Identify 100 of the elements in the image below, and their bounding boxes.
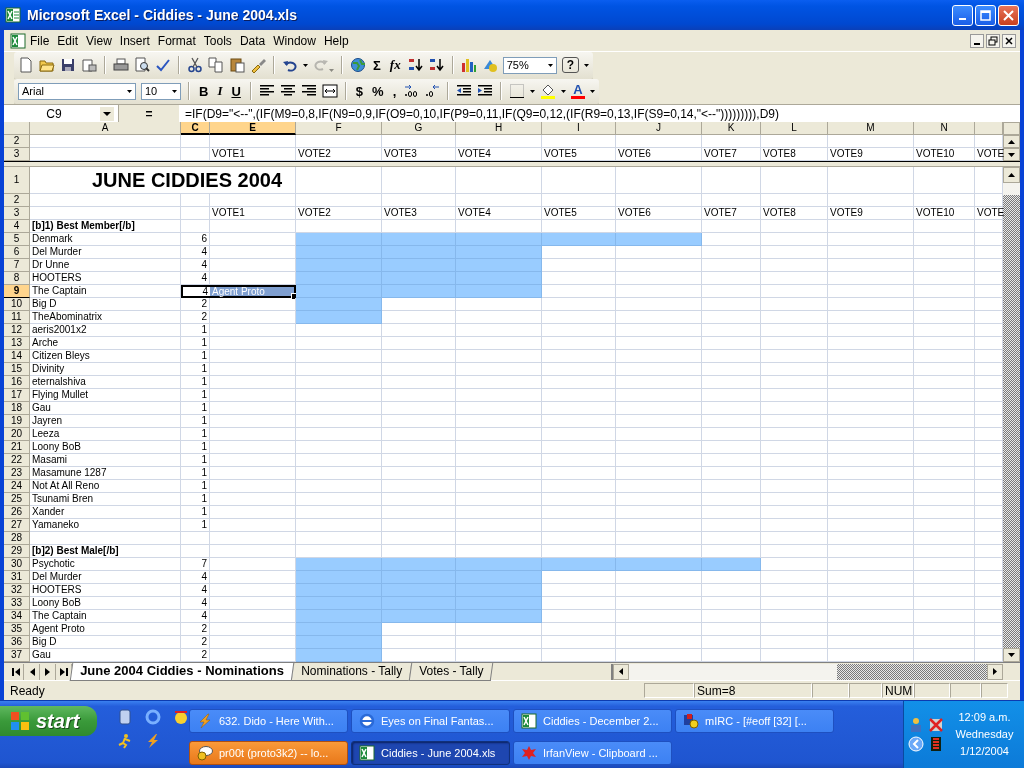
row-header[interactable]: 11 xyxy=(4,311,30,324)
open-folder-icon[interactable] xyxy=(39,57,55,73)
paste-icon[interactable] xyxy=(229,57,245,73)
caret-icon[interactable] xyxy=(530,89,536,93)
row-header[interactable]: 22 xyxy=(4,454,30,467)
column-header[interactable]: G xyxy=(382,122,456,135)
row-header[interactable]: 12 xyxy=(4,324,30,337)
row-header[interactable]: 9 xyxy=(4,285,30,298)
row-header[interactable]: 32 xyxy=(4,584,30,597)
menu-item[interactable]: Insert xyxy=(115,33,154,48)
taskbar-button[interactable]: Ciddies - December 2... xyxy=(513,709,672,733)
minimize-button[interactable] xyxy=(970,33,984,48)
menu-item[interactable]: View xyxy=(82,33,116,48)
column-header[interactable]: K xyxy=(702,122,761,135)
merge-center-icon[interactable] xyxy=(321,83,338,99)
caret-icon[interactable] xyxy=(584,63,589,67)
taskbar-button[interactable]: Eyes on Final Fantas... xyxy=(351,709,510,733)
row-header[interactable]: 8 xyxy=(4,272,30,285)
bold-button[interactable]: B xyxy=(197,83,211,99)
row-header[interactable]: 16 xyxy=(4,376,30,389)
row-header[interactable]: 20 xyxy=(4,428,30,441)
row-header[interactable]: 33 xyxy=(4,597,30,610)
sheet-tab[interactable]: Nominations - Tally xyxy=(290,662,413,681)
row-header[interactable]: 34 xyxy=(4,610,30,623)
underline-button[interactable]: U xyxy=(229,83,243,99)
running-figure-icon[interactable] xyxy=(117,733,133,749)
sort-descending-icon[interactable] xyxy=(428,57,445,73)
menu-item[interactable]: Help xyxy=(319,33,353,48)
scrollbar-thumb[interactable] xyxy=(837,663,987,680)
row-header[interactable]: 35 xyxy=(4,623,30,636)
borders-icon[interactable] xyxy=(509,83,526,99)
row-header[interactable]: 31 xyxy=(4,571,30,584)
column-header[interactable]: L xyxy=(761,122,828,135)
column-header[interactable]: N xyxy=(914,122,975,135)
row-header[interactable]: 1 xyxy=(4,167,30,194)
font-color-button[interactable]: A xyxy=(571,83,585,99)
row-header[interactable]: 28 xyxy=(4,532,30,545)
align-center-icon[interactable] xyxy=(279,83,296,99)
start-button[interactable]: start xyxy=(0,706,97,736)
row-header[interactable]: 23 xyxy=(4,467,30,480)
row-header[interactable]: 37 xyxy=(4,649,30,662)
row-header[interactable]: 4 xyxy=(4,220,30,233)
currency-button[interactable]: $ xyxy=(353,83,366,99)
row-header[interactable]: 2 xyxy=(4,135,30,148)
row-header[interactable]: 27 xyxy=(4,519,30,532)
scroll-up-button[interactable] xyxy=(1003,167,1020,183)
menu-item[interactable]: Edit xyxy=(53,33,83,48)
row-header[interactable]: 14 xyxy=(4,350,30,363)
menu-item[interactable]: Window xyxy=(269,33,320,48)
copy-icon[interactable] xyxy=(208,57,224,73)
row-header[interactable]: 10 xyxy=(4,298,30,311)
column-header[interactable]: A xyxy=(30,122,181,135)
maximize-button[interactable] xyxy=(975,4,996,26)
formula-field[interactable]: =IF(D9="<--",(IF(M9=0,8,IF(N9=0,9,IF(O9=0,10,IF(P9=0,11,IF(Q9=0,12,(IF(R9=0,13,IF(S9=0,14,"<--"))))))))),D9) xyxy=(179,106,1020,121)
row-header[interactable]: 26 xyxy=(4,506,30,519)
caret-icon[interactable] xyxy=(303,63,308,67)
italic-button[interactable]: I xyxy=(215,83,225,99)
row-header[interactable]: 3 xyxy=(4,148,30,161)
autosum-button[interactable]: Σ xyxy=(371,57,383,73)
menu-item[interactable]: Format xyxy=(153,33,200,48)
column-header[interactable]: C xyxy=(181,122,210,135)
restore-button[interactable] xyxy=(986,33,1000,48)
brush-icon[interactable] xyxy=(250,57,266,73)
person-icon[interactable] xyxy=(908,717,924,733)
row-header[interactable]: 29 xyxy=(4,545,30,558)
cut-icon[interactable] xyxy=(187,57,203,73)
column-header[interactable]: I xyxy=(542,122,616,135)
scroll-left-button[interactable] xyxy=(613,663,629,680)
row-header[interactable]: 24 xyxy=(4,480,30,493)
scrollbar[interactable] xyxy=(1003,135,1020,161)
chart-icon[interactable] xyxy=(460,57,477,73)
column-header[interactable]: M xyxy=(828,122,914,135)
sort-ascending-icon[interactable] xyxy=(407,57,424,73)
row-header[interactable]: 15 xyxy=(4,363,30,376)
column-header[interactable]: E xyxy=(210,122,296,135)
zoom-dropdown[interactable]: 75% xyxy=(502,56,557,74)
row-header[interactable]: 36 xyxy=(4,636,30,649)
meter-icon[interactable] xyxy=(928,736,944,752)
column-header[interactable]: H xyxy=(456,122,542,135)
row-header[interactable]: 17 xyxy=(4,389,30,402)
align-left-icon[interactable] xyxy=(258,83,275,99)
first-sheet-icon[interactable] xyxy=(11,667,20,676)
scroll-down-button[interactable] xyxy=(1003,148,1020,161)
font-size-dropdown[interactable]: 10 xyxy=(141,82,181,100)
scroll-right-button[interactable] xyxy=(987,663,1003,680)
split-bar[interactable] xyxy=(4,161,1020,167)
close-button[interactable] xyxy=(1002,33,1016,48)
comma-button[interactable]: , xyxy=(390,83,399,99)
taskbar-button[interactable]: 632. Dido - Here With... xyxy=(189,709,348,733)
column-header[interactable]: F xyxy=(296,122,382,135)
sheet-tab[interactable]: June 2004 Ciddies - Nominations xyxy=(69,662,294,681)
row-header[interactable]: 13 xyxy=(4,337,30,350)
row-header[interactable]: 6 xyxy=(4,246,30,259)
last-sheet-icon[interactable] xyxy=(59,667,68,676)
decrease-indent-icon[interactable] xyxy=(456,83,473,99)
scrollbar[interactable] xyxy=(611,663,1003,680)
row-header[interactable]: 3 xyxy=(4,207,30,220)
print-icon[interactable] xyxy=(113,57,129,73)
align-right-icon[interactable] xyxy=(300,83,317,99)
increase-decimal-icon[interactable] xyxy=(403,83,420,99)
